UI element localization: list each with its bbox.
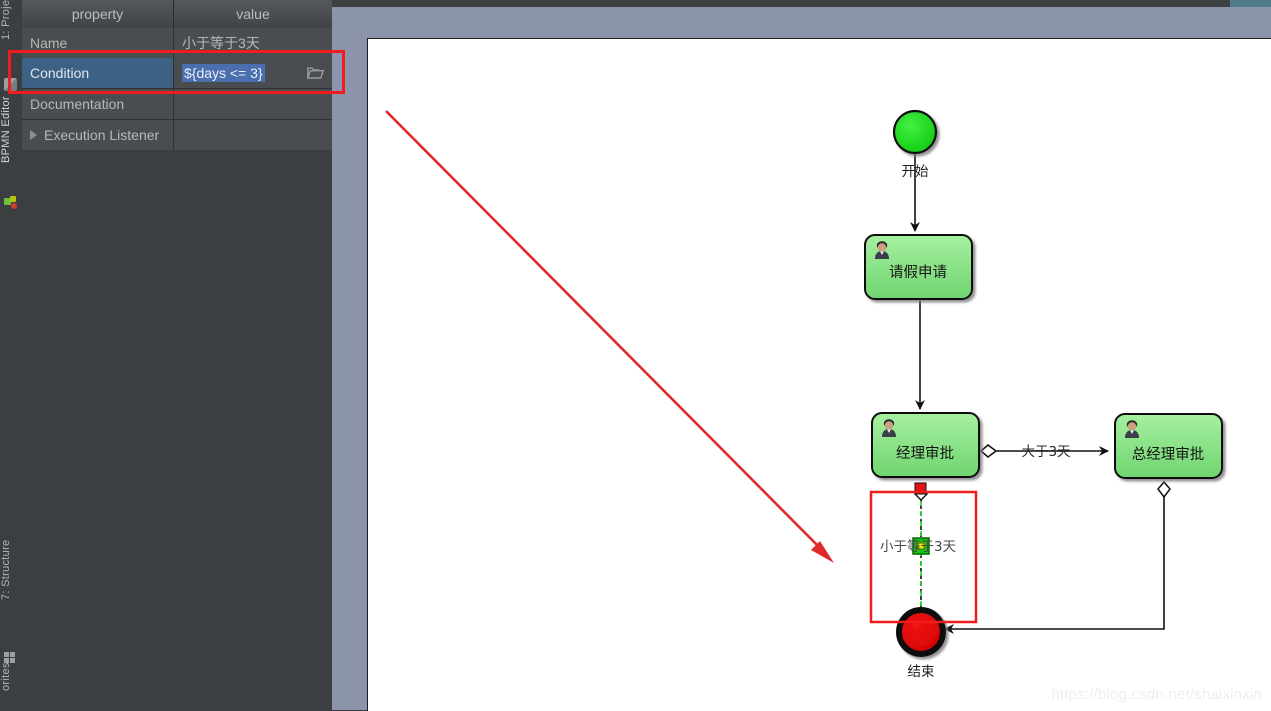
conditional-marker-1 — [979, 444, 998, 458]
property-value[interactable] — [174, 89, 332, 119]
property-value-editor[interactable]: ${days <= 3} — [174, 58, 332, 88]
start-event-label: 开始 — [902, 164, 930, 180]
top-bar-dark — [332, 0, 1230, 7]
sidebar-item-favorites[interactable]: orites — [0, 662, 22, 710]
property-key-label: Execution Listener — [44, 127, 160, 143]
tool-window-bar: 1: Proje BPMN Editor 7: Structure orites — [0, 0, 23, 710]
top-bar-teal — [1230, 0, 1271, 7]
bpmn-diagram: 开始 请假申请 经理审批 总经理审批 大于3天 小于等于3天 结束 — [385, 109, 1223, 680]
table-row[interactable]: Name 小于等于3天 — [22, 28, 332, 59]
sidebar-item-structure[interactable]: 7: Structure — [0, 540, 22, 650]
conditional-marker-2 — [1157, 480, 1171, 499]
annotation-rect-selected-flow — [869, 490, 978, 624]
properties-table-header: property value — [22, 0, 332, 29]
task-label: 请假申请 — [889, 264, 947, 281]
end-event-label: 结束 — [908, 664, 936, 680]
chevron-right-icon[interactable] — [30, 130, 37, 140]
browse-folder-icon[interactable] — [306, 67, 325, 80]
task-jingli-shenpi[interactable]: 经理审批 — [871, 412, 980, 478]
property-key: Condition — [22, 58, 174, 88]
sidebar-item-project[interactable]: 1: Proje — [0, 0, 22, 74]
property-key: Documentation — [22, 89, 174, 119]
task-label: 总经理审批 — [1132, 446, 1205, 463]
start-event[interactable] — [892, 109, 938, 155]
property-value[interactable]: 小于等于3天 — [174, 28, 332, 58]
properties-panel: property value Name 小于等于3天 Condition ${d… — [22, 0, 332, 710]
column-header-property: property — [22, 0, 174, 28]
bpmn-canvas[interactable]: 开始 请假申请 经理审批 总经理审批 大于3天 小于等于3天 结束 https:… — [367, 38, 1271, 711]
bpmn-icon — [4, 196, 17, 209]
task-qingjia-shenqing[interactable]: 请假申请 — [864, 234, 973, 300]
table-row[interactable]: Documentation — [22, 89, 332, 120]
task-label: 经理审批 — [896, 445, 954, 462]
flow-label-less-equal-3-days: 小于等于3天 — [880, 538, 957, 555]
watermark: https://blog.csdn.net/shaixinxin — [1051, 686, 1262, 703]
condition-input-value[interactable]: ${days <= 3} — [182, 64, 265, 82]
flow-label-greater-3-days: 大于3天 — [1021, 444, 1071, 460]
project-icon — [4, 78, 17, 91]
flow-task3-to-end — [944, 492, 1165, 634]
property-value[interactable] — [174, 120, 332, 150]
table-row-condition[interactable]: Condition ${days <= 3} — [22, 58, 332, 89]
table-row[interactable]: Execution Listener — [22, 120, 332, 151]
task-zongjingli-shenpi[interactable]: 总经理审批 — [1114, 413, 1223, 479]
column-header-value: value — [236, 6, 270, 22]
property-key-expandable[interactable]: Execution Listener — [22, 120, 174, 150]
annotation-arrow — [385, 110, 834, 563]
property-key: Name — [22, 28, 174, 58]
sidebar-item-bpmn-editor[interactable]: BPMN Editor — [0, 96, 22, 212]
end-event[interactable] — [896, 607, 946, 657]
application-window: 开始 请假申请 经理审批 总经理审批 大于3天 小于等于3天 结束 https:… — [0, 0, 1271, 711]
properties-empty-area — [22, 150, 332, 710]
